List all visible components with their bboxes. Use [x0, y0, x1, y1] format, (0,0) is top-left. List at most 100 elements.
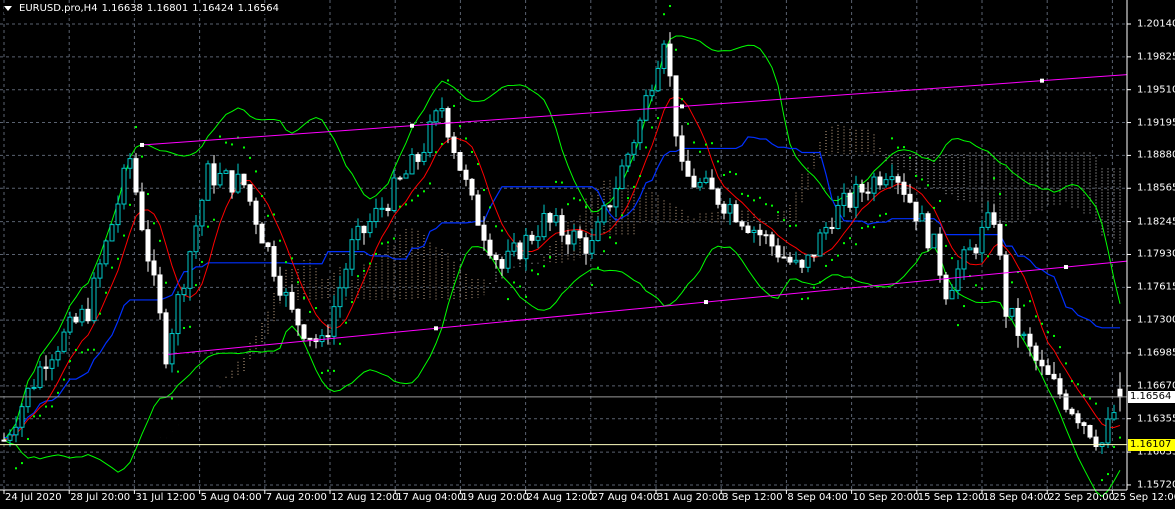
candle-body — [895, 176, 901, 183]
parabolic-sar-dot — [687, 122, 689, 125]
candle-body — [1075, 413, 1081, 424]
time-label: 5 Aug 04:00 — [200, 492, 262, 503]
parabolic-sar-dot — [891, 137, 893, 140]
time-label: 28 Jul 20:00 — [70, 492, 131, 503]
candle-body — [7, 434, 13, 441]
channel-anchor-point — [1040, 78, 1044, 83]
parabolic-sar-dot — [453, 104, 455, 107]
candle-body — [865, 191, 871, 194]
parabolic-sar-dot — [285, 261, 287, 264]
candle-body — [547, 213, 553, 223]
candle-body — [43, 366, 49, 369]
candle-body — [769, 234, 775, 247]
price-label: 1.17300 — [1137, 314, 1175, 326]
parabolic-sar-dot — [195, 284, 197, 287]
candle-body — [529, 234, 535, 241]
candle-body — [745, 225, 751, 234]
candle-body — [1045, 365, 1051, 375]
candle-body — [433, 110, 439, 123]
candle-body — [355, 225, 361, 241]
parabolic-sar-dot — [813, 286, 815, 289]
candle-body — [913, 201, 919, 222]
candle-body — [49, 359, 55, 369]
parabolic-sar-dot — [213, 218, 215, 221]
candle-body — [379, 207, 385, 210]
parabolic-sar-dot — [537, 273, 539, 276]
parabolic-sar-dot — [951, 257, 953, 260]
channel-anchor-point — [410, 123, 414, 128]
candle-body — [85, 308, 91, 322]
parabolic-sar-dot — [885, 212, 887, 215]
candle-body — [1057, 378, 1063, 395]
parabolic-sar-dot — [207, 225, 209, 228]
candle-body — [739, 221, 745, 227]
candle-body — [505, 250, 511, 269]
candle-body — [109, 224, 115, 242]
price-label: 1.20140 — [1137, 18, 1175, 30]
candle-body — [475, 194, 481, 226]
candle-body — [1009, 307, 1015, 317]
parabolic-sar-dot — [621, 214, 623, 217]
candle-body — [319, 335, 325, 343]
parabolic-sar-dot — [1083, 394, 1085, 397]
parabolic-sar-dot — [783, 219, 785, 222]
price-chart[interactable] — [0, 0, 1175, 509]
parabolic-sar-dot — [405, 203, 407, 206]
candle-body — [991, 212, 997, 225]
parabolic-sar-dot — [1029, 300, 1031, 303]
parabolic-sar-dot — [1035, 315, 1037, 318]
candle-body — [247, 184, 253, 202]
candle-body — [1069, 408, 1075, 415]
candle-body — [613, 188, 619, 208]
candle-body — [697, 182, 703, 188]
parabolic-sar-dot — [435, 151, 437, 154]
candle-body — [901, 181, 907, 195]
time-label: 3 Sep 12:00 — [722, 492, 783, 503]
dropdown-triangle-icon[interactable] — [4, 6, 12, 11]
candle-body — [331, 306, 337, 337]
candle-body — [637, 119, 643, 144]
parabolic-sar-dot — [789, 225, 791, 228]
candle-body — [283, 291, 289, 296]
parabolic-sar-dot — [411, 199, 413, 202]
candle-body — [1063, 393, 1069, 410]
parabolic-sar-dot — [231, 143, 233, 146]
parabolic-sar-dot — [939, 200, 941, 203]
parabolic-sar-dot — [861, 227, 863, 230]
parabolic-sar-dot — [879, 214, 881, 217]
parabolic-sar-dot — [669, 5, 671, 8]
candle-body — [775, 245, 781, 258]
candle-body — [571, 230, 577, 245]
candle-body — [31, 386, 37, 389]
parabolic-sar-dot — [219, 135, 221, 138]
candle-body — [793, 259, 799, 263]
bollinger-lower — [3, 245, 1121, 498]
channel-upper-line — [141, 74, 1128, 146]
time-label: 10 Sep 20:00 — [852, 492, 920, 503]
candle-body — [241, 173, 247, 186]
candle-body — [967, 247, 973, 251]
parabolic-sar-dot — [477, 163, 479, 166]
parabolic-sar-dot — [171, 397, 173, 400]
parabolic-sar-dot — [303, 296, 305, 299]
candle-body — [829, 226, 835, 229]
time-label: 17 Aug 04:00 — [396, 492, 464, 503]
parabolic-sar-dot — [1059, 346, 1061, 349]
price-label: 1.17930 — [1137, 248, 1175, 260]
candle-body — [667, 43, 673, 77]
parabolic-sar-dot — [849, 237, 851, 240]
candle-body — [583, 237, 589, 254]
parabolic-sar-dot — [501, 229, 503, 232]
candle-body — [367, 221, 373, 234]
parabolic-sar-dot — [393, 237, 395, 240]
candle-body — [871, 176, 877, 194]
parabolic-sar-dot — [297, 281, 299, 284]
candle-body — [97, 263, 103, 279]
parabolic-sar-dot — [867, 225, 869, 228]
parabolic-sar-dot — [897, 146, 899, 149]
parabolic-sar-dot — [741, 192, 743, 195]
time-label: 18 Sep 04:00 — [983, 492, 1050, 503]
parabolic-sar-dot — [993, 177, 995, 180]
parabolic-sar-dot — [645, 146, 647, 149]
candle-body — [493, 254, 499, 261]
